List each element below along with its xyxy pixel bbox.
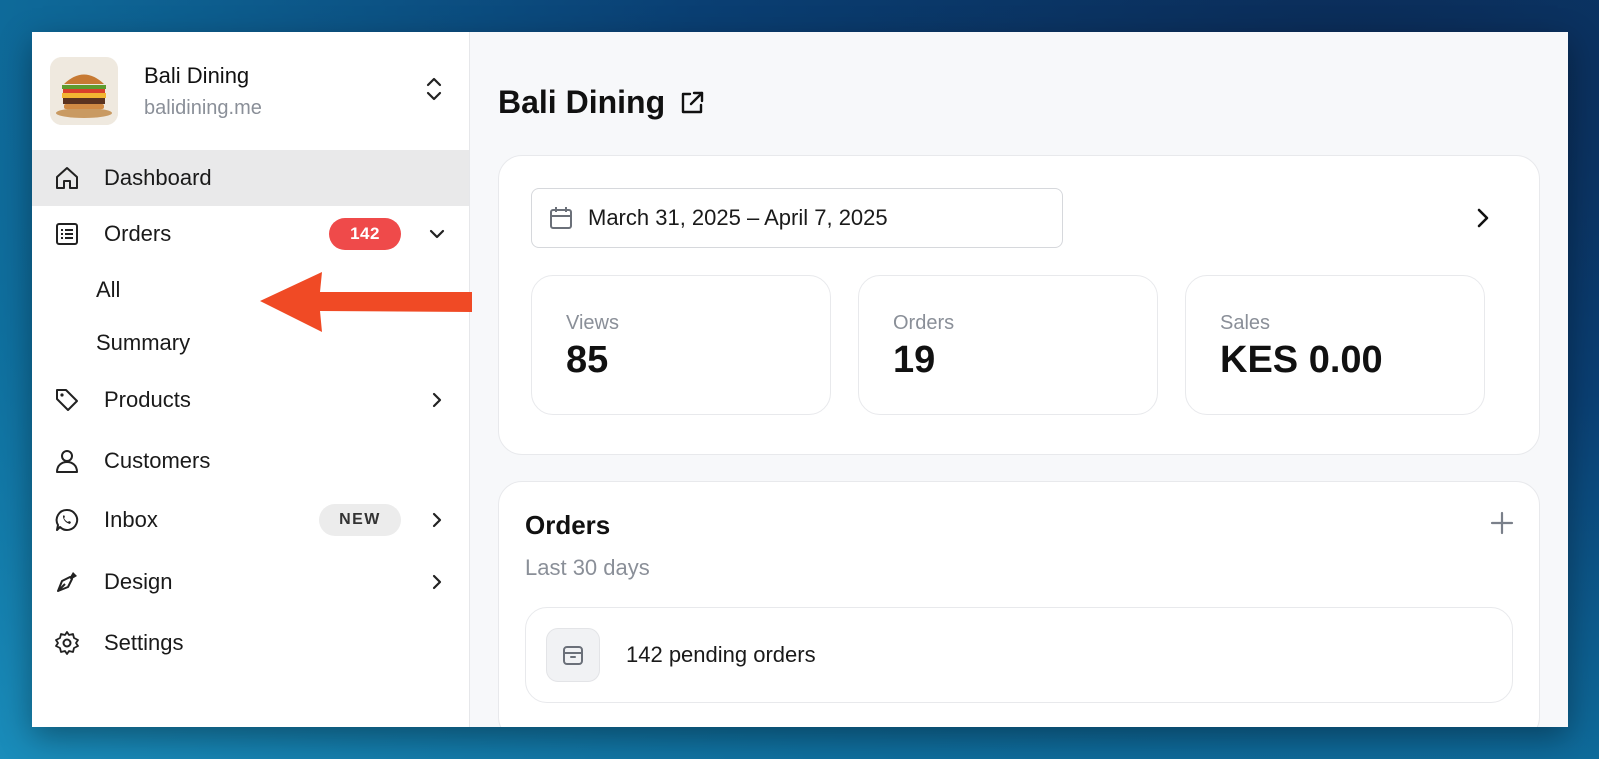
stat-value: KES 0.00 xyxy=(1220,339,1383,381)
new-badge: NEW xyxy=(319,504,401,536)
store-domain: balidining.me xyxy=(144,96,262,119)
sidebar-item-dashboard[interactable]: Dashboard xyxy=(32,150,469,206)
store-logo xyxy=(50,57,118,125)
sidebar-item-orders[interactable]: Orders 142 xyxy=(32,206,469,262)
user-icon xyxy=(52,446,82,476)
stat-orders: Orders 19 xyxy=(858,275,1158,415)
stat-sales: Sales KES 0.00 xyxy=(1185,275,1485,415)
orders-count-badge: 142 xyxy=(329,218,401,250)
calendar-icon xyxy=(550,207,572,229)
orders-card-subtitle: Last 30 days xyxy=(525,555,650,580)
page-title-text: Bali Dining xyxy=(498,84,666,120)
sidebar-item-customers[interactable]: Customers xyxy=(32,432,469,490)
stat-value: 19 xyxy=(893,339,936,381)
sidebar-item-label: Settings xyxy=(104,630,184,655)
stat-views: Views 85 xyxy=(531,275,831,415)
app-window: Bali Dining balidining.me Dashboard Orde… xyxy=(32,32,1568,727)
sidebar-item-settings[interactable]: Settings xyxy=(32,614,469,672)
chevron-up-down-icon[interactable] xyxy=(423,74,445,104)
chevron-down-icon[interactable] xyxy=(427,224,447,244)
sidebar-item-label: Inbox xyxy=(104,507,158,532)
orders-card-title: Orders xyxy=(525,510,611,540)
stat-value: 85 xyxy=(566,339,609,381)
sidebar-item-inbox[interactable]: Inbox NEW xyxy=(32,490,469,550)
sidebar: Bali Dining balidining.me Dashboard Orde… xyxy=(32,32,472,727)
stat-label: Orders xyxy=(893,312,955,334)
chevron-right-icon[interactable] xyxy=(1471,206,1495,230)
plus-icon[interactable] xyxy=(1489,510,1515,536)
orders-card: Orders Last 30 days 142 pending orders xyxy=(498,481,1540,727)
orders-icon xyxy=(52,219,82,249)
chevron-right-icon[interactable] xyxy=(427,510,447,530)
main-content: Bali Dining March 31, 2025 – April 7, 20… xyxy=(470,32,1568,727)
pending-orders-text: 142 pending orders xyxy=(626,642,816,667)
sidebar-item-label: Orders xyxy=(104,221,172,246)
store-name: Bali Dining xyxy=(144,62,250,88)
store-switcher[interactable]: Bali Dining balidining.me xyxy=(32,32,469,150)
annotation-arrow xyxy=(260,272,472,332)
sidebar-item-products[interactable]: Products xyxy=(32,368,469,432)
chevron-right-icon[interactable] xyxy=(427,572,447,592)
whatsapp-icon xyxy=(52,505,82,535)
stat-label: Sales xyxy=(1220,312,1271,334)
sidebar-item-design[interactable]: Design xyxy=(32,550,469,614)
box-icon xyxy=(546,628,600,682)
stats-card: March 31, 2025 – April 7, 2025 Views 85 … xyxy=(498,155,1540,455)
sidebar-item-label: Dashboard xyxy=(104,165,212,190)
sidebar-nav: Dashboard Orders 142 All Summary Product… xyxy=(32,150,469,672)
pending-orders-row[interactable]: 142 pending orders xyxy=(525,607,1513,703)
date-range-picker[interactable]: March 31, 2025 – April 7, 2025 xyxy=(531,188,1063,248)
sidebar-item-label: Design xyxy=(104,569,173,594)
page-title: Bali Dining xyxy=(498,84,1540,121)
sidebar-item-label: Customers xyxy=(104,448,211,473)
sidebar-item-label: Products xyxy=(104,387,191,412)
stat-label: Views xyxy=(566,312,619,334)
stats-row: Views 85 Orders 19 Sales KES 0.00 xyxy=(531,275,1507,415)
gear-icon xyxy=(52,628,82,658)
pen-icon xyxy=(52,567,82,597)
external-link-icon[interactable] xyxy=(677,88,707,118)
date-range-text: March 31, 2025 – April 7, 2025 xyxy=(588,205,888,230)
chevron-right-icon[interactable] xyxy=(427,390,447,410)
home-icon xyxy=(52,163,82,193)
tag-icon xyxy=(52,385,82,415)
